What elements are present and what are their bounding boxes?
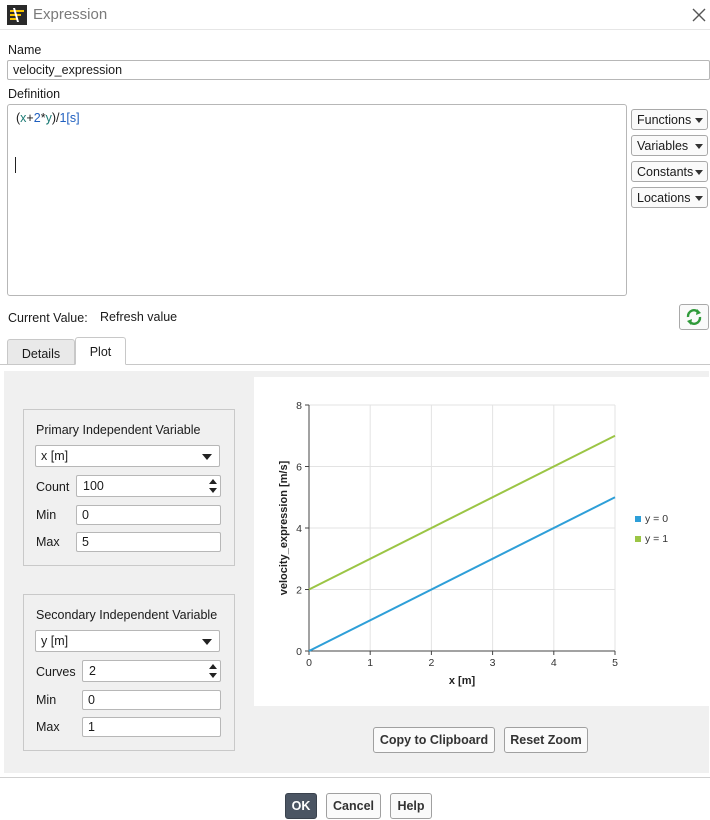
count-stepper[interactable]: 100 — [76, 475, 221, 497]
stepper-up-icon[interactable] — [209, 479, 217, 484]
definition-label: Definition — [8, 87, 61, 101]
x-tick-label: 2 — [428, 657, 434, 669]
x-tick-label: 0 — [306, 657, 312, 669]
definition-editor[interactable]: (x+2*y)/1[s] — [7, 104, 627, 296]
functions-menu-button[interactable]: Functions — [631, 109, 708, 130]
refresh-button[interactable] — [679, 304, 709, 330]
stepper-down-icon[interactable] — [209, 673, 217, 678]
stepper-up-icon[interactable] — [209, 664, 217, 669]
chevron-down-icon — [695, 118, 703, 123]
series-line — [308, 496, 616, 652]
x-axis-label: x [m] — [449, 675, 476, 687]
primary-min-input[interactable] — [76, 505, 221, 525]
help-button[interactable]: Help — [390, 793, 432, 819]
primary-variable-value: x [m] — [41, 449, 69, 463]
primary-min-label: Min — [36, 508, 57, 522]
close-icon[interactable] — [688, 4, 710, 26]
legend-label: y = 1 — [645, 533, 668, 545]
variables-menu-button[interactable]: Variables — [631, 135, 708, 156]
primary-max-input[interactable] — [76, 532, 221, 552]
constants-menu-label: Constants — [637, 165, 694, 179]
series-line — [308, 434, 616, 591]
x-tick-label: 5 — [612, 657, 618, 669]
secondary-min-input[interactable] — [82, 690, 221, 710]
definition-token: [s] — [66, 111, 80, 125]
curves-stepper[interactable]: 2 — [82, 660, 221, 682]
tab-plot[interactable]: Plot — [75, 337, 126, 365]
plot-chart-area[interactable]: 0 1 2 3 4 5 0 2 4 6 8 x [m] velocity_expression [m/s… — [254, 377, 709, 706]
definition-token: + — [26, 111, 34, 125]
y-tick-label: 2 — [296, 585, 302, 597]
window-title: Expression — [33, 6, 108, 23]
y-axis-label: velocity_expression [m/s] — [278, 460, 290, 595]
primary-variable-select[interactable]: x [m] — [35, 445, 220, 467]
chevron-down-icon — [202, 639, 212, 645]
count-value: 100 — [83, 479, 104, 493]
locations-menu-button[interactable]: Locations — [631, 187, 708, 208]
y-tick-label: 4 — [296, 523, 302, 535]
functions-menu-label: Functions — [637, 113, 692, 127]
definition-token: 2 — [33, 111, 41, 125]
secondary-group-title: Secondary Independent Variable — [36, 608, 218, 622]
x-tick-label: 4 — [551, 657, 557, 669]
x-tick-label: 3 — [490, 657, 496, 669]
tab-details[interactable]: Details — [7, 339, 75, 365]
y-tick-label: 0 — [296, 646, 302, 658]
secondary-max-label: Max — [36, 720, 60, 734]
y-tick-label: 8 — [296, 400, 302, 412]
reset-zoom-button[interactable]: Reset Zoom — [504, 727, 588, 753]
secondary-min-label: Min — [36, 693, 57, 707]
curves-label: Curves — [36, 665, 76, 679]
primary-max-label: Max — [36, 535, 60, 549]
curves-value: 2 — [89, 664, 96, 678]
current-value-text: Refresh value — [100, 310, 178, 324]
y-tick-label: 6 — [296, 462, 302, 474]
chevron-down-icon — [695, 170, 703, 175]
legend-swatch — [635, 536, 641, 542]
chevron-down-icon — [202, 454, 212, 460]
variables-menu-label: Variables — [637, 139, 689, 153]
chevron-down-icon — [695, 196, 703, 201]
legend-swatch — [635, 516, 641, 522]
footer-divider — [0, 777, 710, 778]
app-logo-icon — [7, 5, 27, 25]
chevron-down-icon — [695, 144, 703, 149]
ok-button[interactable]: OK — [285, 793, 317, 819]
current-value-label: Current Value: — [8, 311, 88, 325]
text-caret — [15, 157, 16, 173]
count-label: Count — [36, 480, 70, 494]
locations-menu-label: Locations — [637, 191, 691, 205]
stepper-down-icon[interactable] — [209, 488, 217, 493]
line-chart[interactable]: 0 1 2 3 4 5 0 2 4 6 8 x [m] velocity_expression [m/s… — [254, 377, 709, 706]
secondary-variable-select[interactable]: y [m] — [35, 630, 220, 652]
secondary-max-input[interactable] — [82, 717, 221, 737]
name-input[interactable] — [7, 60, 710, 80]
copy-to-clipboard-button[interactable]: Copy to Clipboard — [373, 727, 495, 753]
cancel-button[interactable]: Cancel — [326, 793, 381, 819]
x-tick-label: 1 — [367, 657, 373, 669]
legend-label: y = 0 — [645, 513, 668, 525]
primary-group-title: Primary Independent Variable — [36, 423, 201, 437]
refresh-icon — [686, 309, 702, 325]
secondary-variable-value: y [m] — [41, 634, 69, 648]
constants-menu-button[interactable]: Constants — [631, 161, 708, 182]
definition-text: (x+2*y)/1[s] — [16, 111, 80, 125]
name-label: Name — [8, 43, 42, 57]
